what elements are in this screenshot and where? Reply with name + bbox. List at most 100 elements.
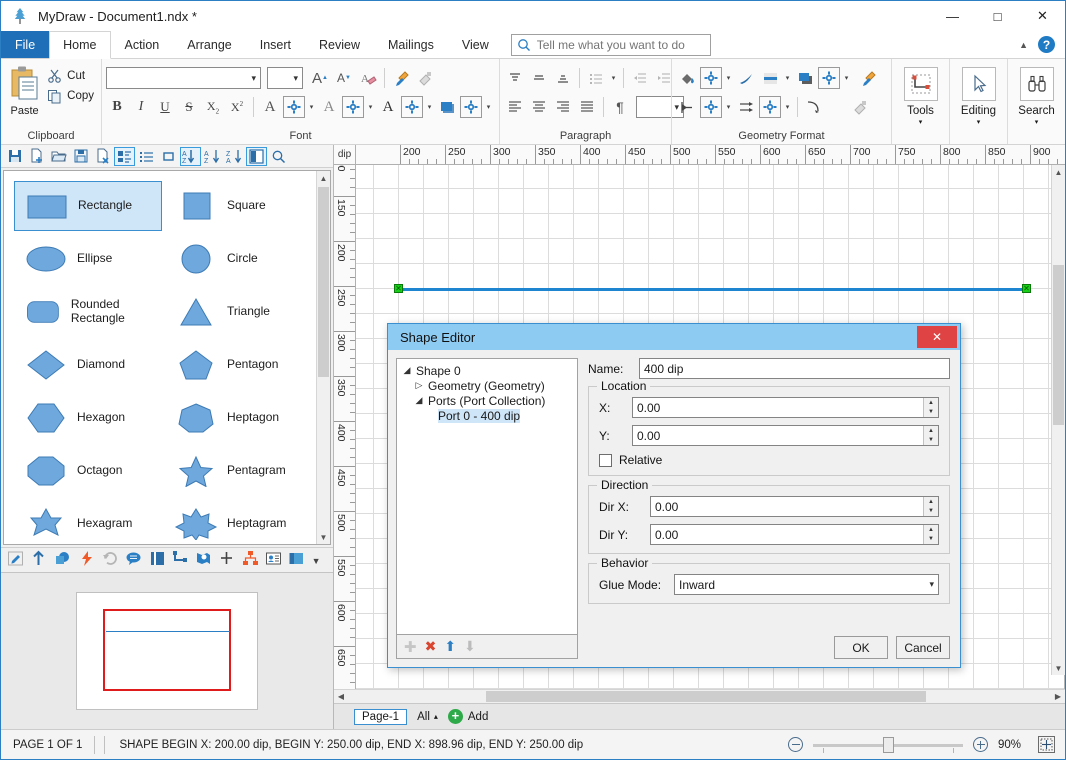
zoom-slider-thumb[interactable]	[883, 736, 894, 753]
chevron-down-icon[interactable]: ▾	[609, 74, 618, 82]
highlight-icon[interactable]: A	[377, 96, 399, 118]
sort-descending-icon[interactable]: ZA	[224, 147, 245, 166]
shape-item-triangle[interactable]: Triangle	[164, 287, 312, 337]
close-library-icon[interactable]	[92, 147, 113, 166]
save-library-icon[interactable]	[4, 147, 25, 166]
show-paragraph-marks-icon[interactable]: ¶	[609, 96, 631, 118]
chevron-down-icon[interactable]: ▾	[724, 74, 733, 82]
chevron-down-icon[interactable]: ▾	[484, 103, 493, 111]
all-pages-button[interactable]: All ▴	[417, 711, 438, 723]
text-color-settings-gear-icon[interactable]	[283, 96, 305, 118]
shape-item-hexagram[interactable]: Hexagram	[14, 499, 162, 544]
tell-me-search[interactable]: Tell me what you want to do	[510, 33, 711, 56]
shape-item-pentagram[interactable]: Pentagram	[164, 446, 312, 496]
org-chart-icon[interactable]	[242, 550, 261, 570]
spin-up-icon[interactable]: ▲	[924, 525, 938, 535]
cut-button[interactable]: Cut	[44, 66, 97, 86]
expander-icon[interactable]: ◢	[402, 365, 412, 376]
bullets-icon[interactable]	[585, 67, 607, 89]
scroll-up-arrow-icon[interactable]: ▲	[1052, 165, 1065, 179]
shape-item-rounded-rectangle[interactable]: Rounded Rectangle	[14, 287, 162, 337]
text-color-icon[interactable]: A	[259, 96, 281, 118]
strikethrough-button[interactable]: S	[178, 96, 200, 118]
begin-arrow-settings-gear-icon[interactable]	[700, 96, 722, 118]
tools-button[interactable]: Tools ▾	[896, 63, 945, 141]
expander-icon[interactable]: ◢	[414, 395, 424, 406]
ok-button[interactable]: OK	[834, 636, 888, 659]
spin-down-icon[interactable]: ▼	[924, 408, 938, 418]
italic-button[interactable]: I	[130, 96, 152, 118]
paint-bucket-icon[interactable]	[676, 67, 698, 89]
begin-arrow-icon[interactable]	[676, 96, 698, 118]
collapse-ribbon-icon[interactable]: ▲	[1019, 40, 1028, 50]
chevron-down-icon[interactable]: ▾	[425, 103, 434, 111]
shape-item-hexagon[interactable]: Hexagon	[14, 393, 162, 443]
chevron-down-icon[interactable]: ▾	[977, 118, 981, 126]
align-left-icon[interactable]	[504, 96, 526, 118]
shape-handle-begin[interactable]: ✕	[394, 284, 403, 293]
vertical-scrollbar-thumb[interactable]	[1053, 265, 1064, 425]
clear-formatting-icon[interactable]: A	[357, 67, 379, 89]
x-spinner[interactable]: 0.00 ▲ ▼	[632, 397, 939, 418]
relative-checkbox[interactable]	[599, 453, 612, 467]
shape-item-octagon[interactable]: Octagon	[14, 446, 162, 496]
chevron-down-icon[interactable]: ▾	[783, 103, 792, 111]
y-spinner[interactable]: 0.00 ▲ ▼	[632, 425, 939, 446]
spin-down-icon[interactable]: ▼	[924, 436, 938, 446]
x-spin-buttons[interactable]: ▲ ▼	[923, 398, 938, 417]
align-right-icon[interactable]	[552, 96, 574, 118]
bold-button[interactable]: B	[106, 96, 128, 118]
zoom-in-icon[interactable]	[973, 737, 988, 752]
zoom-slider[interactable]	[813, 736, 963, 753]
scroll-down-arrow-icon[interactable]: ▼	[1052, 661, 1065, 675]
tab-view[interactable]: View	[448, 31, 503, 58]
quick-shapes-icon[interactable]	[79, 550, 98, 570]
name-input[interactable]: 400 dip	[639, 358, 950, 379]
shadow-icon[interactable]	[794, 67, 816, 89]
underline-button[interactable]: U	[154, 96, 176, 118]
shape-item-heptagram[interactable]: Heptagram	[164, 499, 312, 544]
align-center-icon[interactable]	[528, 96, 550, 118]
fit-to-page-icon[interactable]	[1038, 736, 1055, 753]
tab-mailings[interactable]: Mailings	[374, 31, 448, 58]
add-port-icon[interactable]: ✚	[404, 638, 417, 656]
shape-list-scrollbar[interactable]: ▲ ▼	[316, 171, 330, 544]
spin-up-icon[interactable]: ▲	[924, 398, 938, 408]
relative-row[interactable]: Relative	[599, 453, 939, 467]
fill-settings-gear-icon[interactable]	[700, 67, 722, 89]
map-shapes-icon[interactable]	[195, 550, 214, 570]
edit-library-icon[interactable]	[7, 550, 26, 570]
text-effects-settings-gear-icon[interactable]	[342, 96, 364, 118]
shape-item-heptagon[interactable]: Heptagon	[164, 393, 312, 443]
tab-review[interactable]: Review	[305, 31, 374, 58]
delete-port-icon[interactable]: ✖	[425, 638, 437, 655]
basic-shapes-icon[interactable]	[149, 550, 168, 570]
move-up-icon[interactable]: ⬆	[444, 638, 456, 655]
cards-icon[interactable]	[265, 550, 284, 570]
align-top-icon[interactable]	[504, 67, 526, 89]
maximize-button[interactable]: □	[975, 1, 1020, 31]
align-bottom-icon[interactable]	[552, 67, 574, 89]
font-name-combo[interactable]: ▾	[106, 67, 261, 89]
search-shapes-icon[interactable]	[268, 147, 289, 166]
expander-icon[interactable]: ▷	[414, 380, 424, 391]
shape-item-pentagon[interactable]: Pentagon	[164, 340, 312, 390]
highlight-settings-gear-icon[interactable]	[401, 96, 423, 118]
icons-only-view-icon[interactable]	[158, 147, 179, 166]
y-spin-buttons[interactable]: ▲ ▼	[923, 426, 938, 445]
refresh-icon[interactable]	[102, 550, 121, 570]
connectors-icon[interactable]	[172, 550, 191, 570]
move-down-icon[interactable]: ⬇	[464, 638, 476, 655]
more-dropdown-icon[interactable]: ▼	[312, 553, 327, 567]
close-button[interactable]: ✕	[1020, 1, 1065, 31]
scroll-up-arrow-icon[interactable]: ▲	[317, 171, 330, 185]
glue-mode-select[interactable]: Inward ▾	[674, 574, 939, 595]
electrical-icon[interactable]	[218, 550, 237, 570]
preview-page[interactable]	[76, 592, 258, 710]
cancel-button[interactable]: Cancel	[896, 636, 950, 659]
line-style-icon[interactable]	[759, 67, 781, 89]
subscript-button[interactable]: X2	[202, 96, 224, 118]
scrollbar-thumb[interactable]	[318, 187, 329, 377]
page-tab-page-1[interactable]: Page-1	[354, 708, 408, 725]
shadow-settings-gear-icon[interactable]	[818, 67, 840, 89]
